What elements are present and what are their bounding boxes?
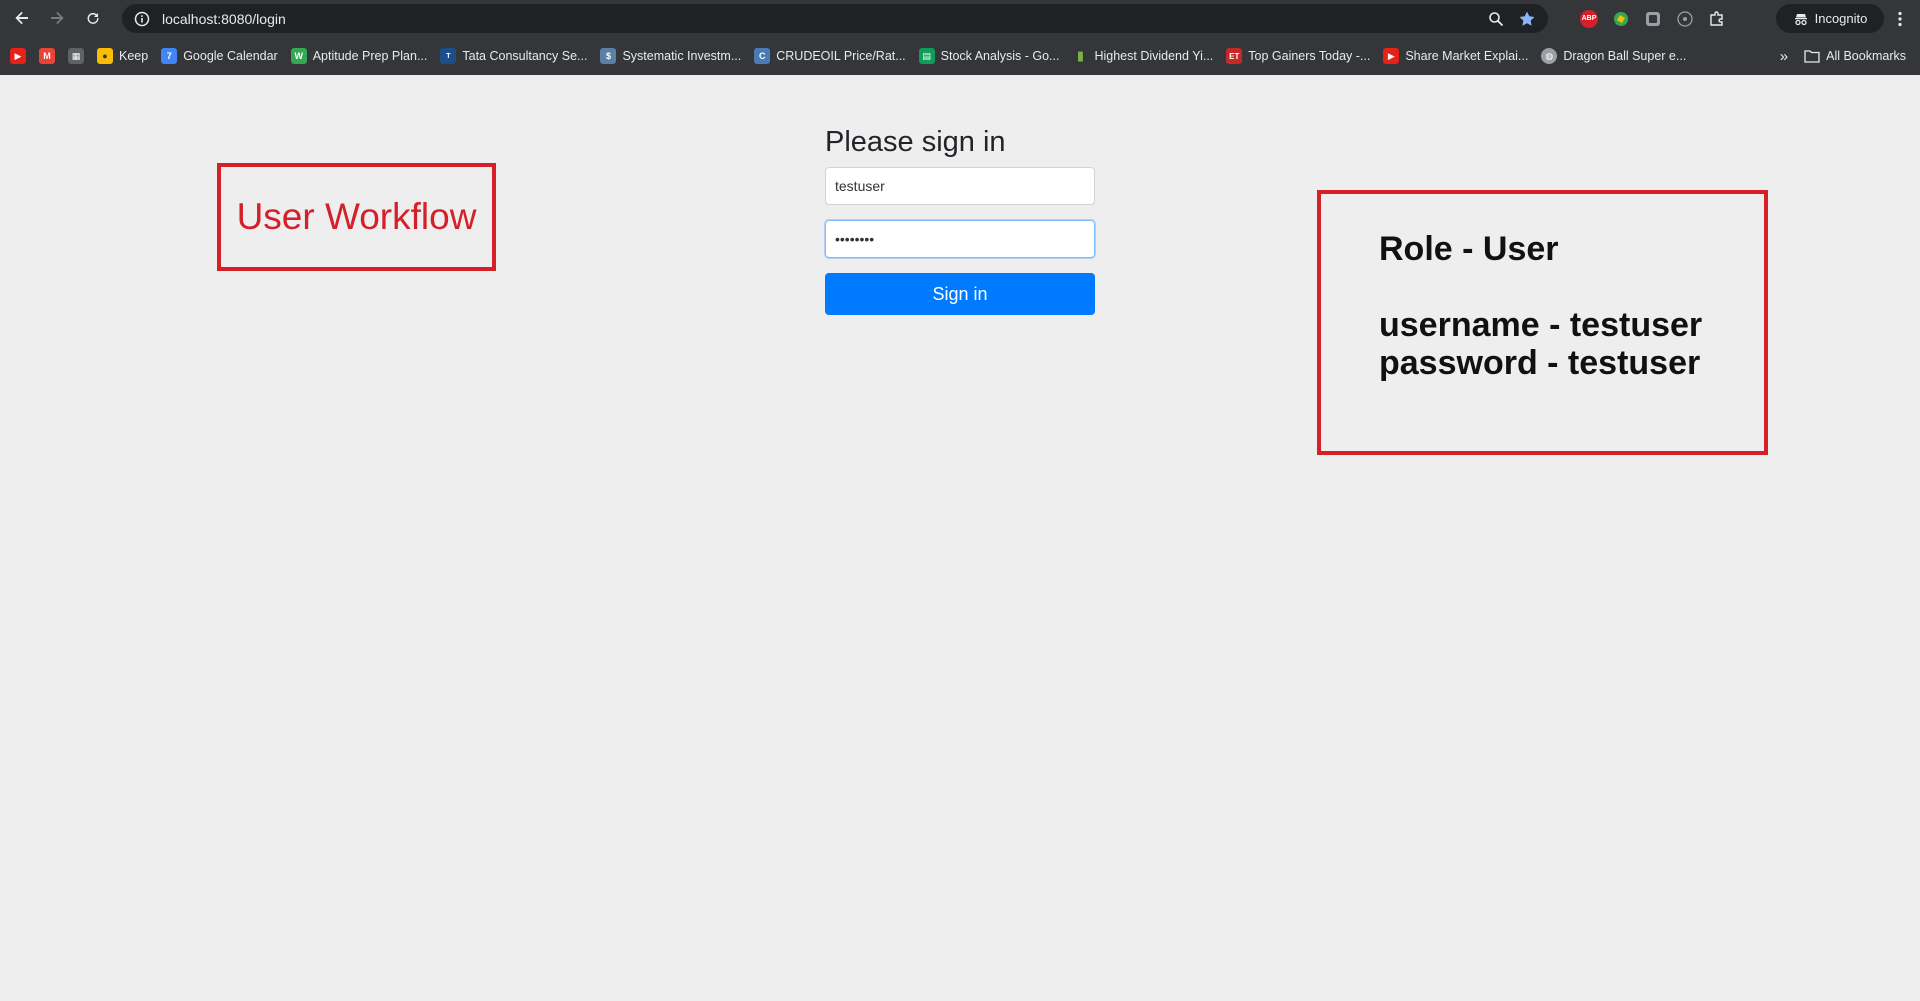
- user-workflow-annotation: User Workflow: [217, 163, 496, 271]
- form-heading: Please sign in: [825, 126, 1006, 158]
- password-hint-text: password - testuser: [1379, 344, 1701, 382]
- calendar-app-icon: ▦: [68, 48, 84, 64]
- back-icon[interactable]: [8, 4, 36, 32]
- bookmark-label: Share Market Explai...: [1405, 49, 1529, 63]
- bookmark-label: Keep: [119, 49, 149, 63]
- adblock-extension-icon[interactable]: ABP: [1580, 9, 1598, 28]
- extensions-area: ABP: [1580, 4, 1726, 33]
- bookmark-sip[interactable]: $ Systematic Investm...: [600, 48, 741, 64]
- bookmark-label: Systematic Investm...: [622, 49, 742, 63]
- gmail-icon: M: [39, 48, 55, 64]
- incognito-label: Incognito: [1814, 11, 1868, 26]
- username-input[interactable]: [825, 167, 1095, 205]
- all-bookmarks-button[interactable]: All Bookmarks: [1804, 49, 1906, 63]
- tcs-icon: T: [440, 48, 457, 64]
- annotation-title: User Workflow: [236, 196, 477, 237]
- keep-icon: ●: [97, 48, 113, 64]
- all-bookmarks-label: All Bookmarks: [1826, 49, 1906, 63]
- bookmark-crudeoil[interactable]: C CRUDEOIL Price/Rat...: [754, 48, 906, 64]
- react-extension-icon[interactable]: [1676, 10, 1694, 28]
- sign-in-button[interactable]: Sign in: [825, 273, 1095, 315]
- bookmark-label: Highest Dividend Yi...: [1094, 49, 1214, 63]
- shield-extension-icon[interactable]: [1644, 10, 1662, 28]
- et-icon: ET: [1226, 48, 1243, 64]
- sheets-icon: ▤: [918, 48, 935, 64]
- bookmark-google-calendar[interactable]: 7 Google Calendar: [161, 48, 278, 64]
- aptitude-icon: W: [290, 48, 307, 64]
- browser-toolbar: localhost:8080/login ABP Incognito: [0, 0, 1920, 37]
- youtube-icon: ▶: [1383, 48, 1400, 64]
- site-info-icon[interactable]: [134, 11, 150, 27]
- folder-icon: [1804, 50, 1820, 63]
- bookmark-top-gainers[interactable]: ET Top Gainers Today -...: [1226, 48, 1370, 64]
- bookmark-star-icon[interactable]: [1518, 10, 1536, 28]
- bookmark-label: CRUDEOIL Price/Rat...: [776, 49, 906, 63]
- incognito-icon: [1794, 13, 1807, 25]
- bookmark-dragon-ball[interactable]: ◍ Dragon Ball Super e...: [1541, 48, 1686, 64]
- bookmark-youtube[interactable]: ▶: [10, 48, 26, 64]
- incognito-indicator[interactable]: Incognito: [1776, 4, 1884, 33]
- bookmark-label: Aptitude Prep Plan...: [312, 49, 428, 63]
- bookmark-calendar-app[interactable]: ▦: [68, 48, 84, 64]
- url-text: localhost:8080/login: [162, 10, 286, 27]
- bookmark-keep[interactable]: ● Keep: [97, 48, 148, 64]
- more-menu-icon[interactable]: [1888, 4, 1912, 33]
- bar-chart-icon: ▮: [1076, 48, 1085, 63]
- username-hint-text: username - testuser: [1379, 306, 1703, 344]
- globe-icon: ◍: [1541, 48, 1558, 64]
- bookmark-label: Dragon Ball Super e...: [1563, 49, 1687, 63]
- role-text: Role - User: [1379, 230, 1559, 268]
- bookmark-label: Tata Consultancy Se...: [462, 49, 588, 63]
- bookmark-stock-analysis[interactable]: ▤ Stock Analysis - Go...: [918, 48, 1060, 64]
- youtube-icon: ▶: [10, 48, 26, 64]
- green-extension-icon[interactable]: [1612, 10, 1630, 28]
- bookmark-label: Google Calendar: [183, 49, 278, 63]
- bookmark-label: Stock Analysis - Go...: [940, 49, 1060, 63]
- bookmark-label: Top Gainers Today -...: [1248, 49, 1371, 63]
- bookmark-gmail[interactable]: M: [39, 48, 55, 64]
- reload-icon[interactable]: [79, 4, 107, 32]
- puzzle-extensions-icon[interactable]: [1708, 10, 1726, 28]
- credentials-annotation: Role - User username - testuser password…: [1317, 190, 1768, 455]
- bookmark-dividend[interactable]: ▮ Highest Dividend Yi...: [1072, 48, 1213, 64]
- sign-in-form: Please sign in Sign in: [825, 123, 1095, 315]
- sip-icon: $: [600, 48, 617, 64]
- address-bar[interactable]: localhost:8080/login: [122, 4, 1548, 33]
- bookmark-aptitude[interactable]: W Aptitude Prep Plan...: [290, 48, 428, 64]
- google-calendar-icon: 7: [161, 48, 178, 64]
- crudeoil-icon: C: [754, 48, 771, 64]
- zoom-icon[interactable]: [1488, 11, 1504, 27]
- forward-icon[interactable]: [43, 4, 71, 32]
- bookmarks-bar: ▶ M ▦ ● Keep 7 Google Calendar W Aptitude P…: [0, 37, 1920, 75]
- password-input[interactable]: [825, 220, 1095, 258]
- more-bookmarks-icon[interactable]: »: [1780, 48, 1788, 65]
- bookmark-share-market[interactable]: ▶ Share Market Explai...: [1383, 48, 1528, 64]
- bookmark-tcs[interactable]: T Tata Consultancy Se...: [440, 48, 587, 64]
